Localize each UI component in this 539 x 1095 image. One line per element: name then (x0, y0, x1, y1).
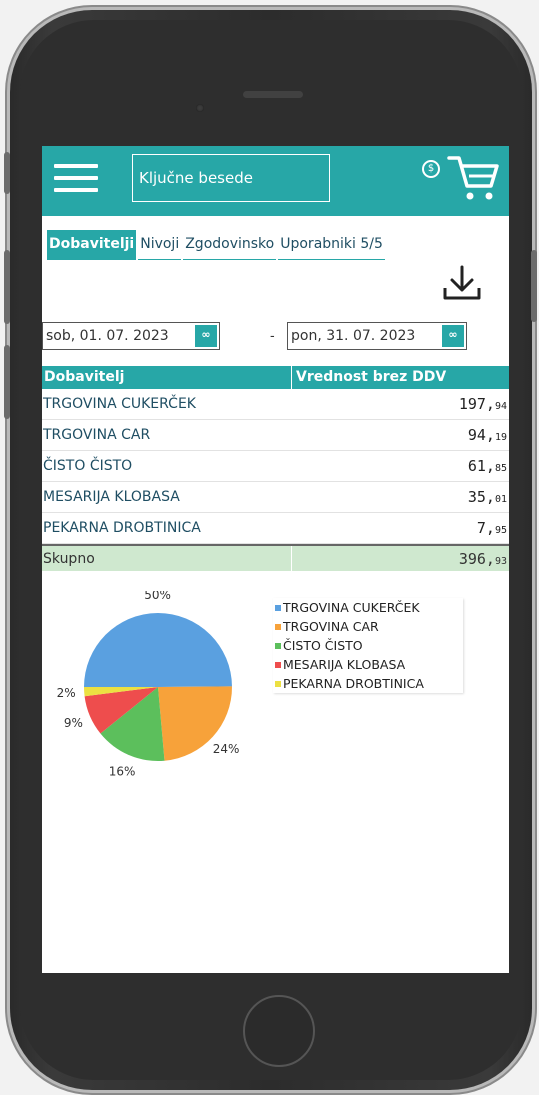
total-label: Skupno (42, 546, 292, 571)
mute-switch (4, 152, 10, 194)
legend-swatch (275, 624, 281, 630)
supplier-value: 197,94 (458, 395, 507, 413)
chart-legend: TRGOVINA CUKERČEK TRGOVINA CAR ČISTO ČISTO… (273, 598, 463, 693)
legend-label: TRGOVINA CAR (283, 619, 379, 634)
table-row[interactable]: PEKARNA DROBTINICA 7,95 (42, 513, 509, 544)
column-header-supplier[interactable]: Dobavitelj (42, 366, 292, 389)
tab-dobavitelji[interactable]: Dobavitelji (47, 230, 137, 260)
legend-item[interactable]: PEKARNA DROBTINICA (273, 674, 463, 693)
supplier-name: PEKARNA DROBTINICA (43, 520, 201, 536)
legend-label: MESARIJA KLOBASA (283, 657, 406, 672)
date-to-field[interactable]: pon, 31. 07. 2023 ∞ (287, 322, 467, 350)
date-to-value: pon, 31. 07. 2023 (291, 328, 416, 344)
table-row[interactable]: TRGOVINA CUKERČEK 197,94 (42, 389, 509, 420)
supplier-name: MESARIJA KLOBASA (43, 489, 180, 505)
pie-label-0: 50% (144, 591, 171, 602)
supplier-value: 35,01 (467, 488, 507, 506)
tab-uporabniki[interactable]: Uporabniki 5/5 (278, 230, 385, 260)
pie-slice-0[interactable] (84, 613, 232, 687)
date-from-field[interactable]: sob, 01. 07. 2023 ∞ (42, 322, 220, 350)
legend-swatch (275, 681, 281, 687)
table-row[interactable]: MESARIJA KLOBASA 35,01 (42, 482, 509, 513)
legend-label: PEKARNA DROBTINICA (283, 676, 424, 691)
legend-item[interactable]: ČISTO ČISTO (273, 636, 463, 655)
power-button (531, 250, 537, 322)
column-header-value[interactable]: Vrednost brez DDV (292, 366, 509, 389)
total-row: Skupno 396,93 (42, 544, 509, 571)
date-from-open-ended-button[interactable]: ∞ (195, 325, 217, 347)
download-icon[interactable] (442, 264, 482, 302)
supplier-value: 61,85 (467, 457, 507, 475)
pie-label-4: 2% (57, 686, 76, 700)
phone-speaker (243, 91, 303, 98)
pie-label-2: 16% (109, 765, 136, 779)
tab-nivoji[interactable]: Nivoji (138, 230, 182, 260)
date-separator: - (270, 327, 275, 343)
legend-swatch (275, 662, 281, 668)
pie-label-1: 24% (213, 742, 240, 756)
phone-camera (196, 104, 204, 112)
top-bar: Ključne besede $ (42, 146, 509, 216)
supplier-value: 7,95 (476, 519, 507, 537)
supplier-value: 94,19 (467, 426, 507, 444)
date-from-value: sob, 01. 07. 2023 (46, 328, 169, 344)
cart-icon[interactable] (447, 154, 499, 202)
tab-zgodovinsko[interactable]: Zgodovinsko (183, 230, 277, 260)
search-input[interactable]: Ključne besede (132, 154, 330, 202)
date-to-open-ended-button[interactable]: ∞ (442, 325, 464, 347)
app-screen: Ključne besede $ Dobavitelji Nivoji Zgod… (42, 146, 509, 973)
menu-icon[interactable] (54, 164, 98, 196)
legend-item[interactable]: TRGOVINA CAR (273, 617, 463, 636)
legend-label: TRGOVINA CUKERČEK (283, 600, 420, 615)
tab-bar: Dobavitelji Nivoji Zgodovinsko Uporabnik… (47, 230, 387, 260)
currency-icon[interactable]: $ (422, 160, 440, 178)
volume-up-button (4, 250, 10, 324)
table-row[interactable]: TRGOVINA CAR 94,19 (42, 420, 509, 451)
legend-swatch (275, 643, 281, 649)
supplier-name: ČISTO ČISTO (43, 458, 133, 474)
home-button[interactable] (243, 995, 315, 1067)
supplier-name: TRGOVINA CAR (43, 427, 151, 443)
table-row[interactable]: ČISTO ČISTO 61,85 (42, 451, 509, 482)
legend-swatch (275, 605, 281, 611)
total-value: 396,93 (458, 550, 507, 568)
legend-item[interactable]: MESARIJA KLOBASA (273, 655, 463, 674)
legend-label: ČISTO ČISTO (283, 638, 363, 653)
table-header: Dobavitelj Vrednost brez DDV (42, 366, 509, 389)
pie-label-3: 9% (64, 716, 83, 730)
volume-down-button (4, 345, 10, 419)
supplier-table: Dobavitelj Vrednost brez DDV TRGOVINA CU… (42, 366, 509, 571)
legend-item[interactable]: TRGOVINA CUKERČEK (273, 598, 463, 617)
supplier-name: TRGOVINA CUKERČEK (43, 396, 196, 412)
